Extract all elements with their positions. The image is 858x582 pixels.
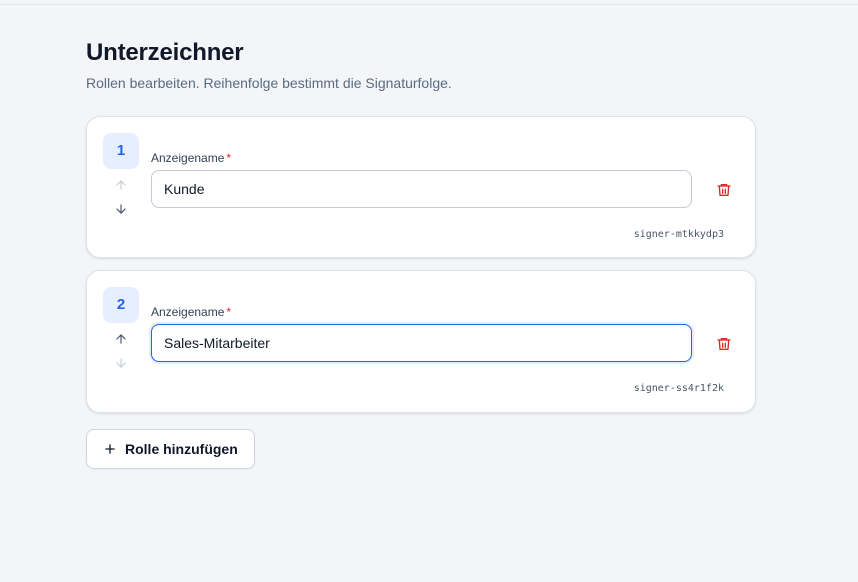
signer-id: signer-mtkkydp3 bbox=[633, 229, 724, 240]
arrow-up-icon bbox=[116, 334, 126, 344]
plus-icon bbox=[105, 444, 115, 454]
display-name-label: Anzeigename * bbox=[151, 305, 231, 319]
add-role-button[interactable]: Rolle hinzufügen bbox=[86, 429, 255, 469]
delete-signer-button[interactable] bbox=[713, 179, 735, 201]
signer-card: 2 Anzeigename* signer-ss4r1f2k bbox=[86, 270, 756, 413]
display-name-input[interactable] bbox=[151, 324, 692, 362]
arrow-up-icon bbox=[116, 180, 126, 190]
move-down-button[interactable] bbox=[109, 353, 133, 373]
display-name-label-text: Anzeigename bbox=[151, 305, 225, 319]
display-name-label: Anzeigename * bbox=[151, 151, 231, 165]
signer-card: 1 Anzeigename* signer-mtkkydp3 bbox=[86, 116, 756, 258]
signer-id: signer-ss4r1f2k bbox=[633, 383, 724, 394]
top-divider bbox=[0, 4, 858, 5]
trash-icon bbox=[717, 338, 731, 350]
move-down-button[interactable] bbox=[109, 199, 133, 219]
signers-section: Unterzeichner Rollen bearbeiten. Reihenf… bbox=[86, 38, 758, 469]
page-subtitle: Rollen bearbeiten. Reihenfolge bestimmt … bbox=[86, 75, 452, 91]
display-name-label-text: Anzeigename bbox=[151, 151, 225, 165]
arrow-down-icon bbox=[116, 204, 126, 214]
signer-list: 1 Anzeigename* signer-mtkkydp3 2 Anzei bbox=[86, 116, 758, 413]
display-name-input[interactable] bbox=[151, 170, 692, 208]
required-marker: * bbox=[226, 151, 232, 165]
move-up-button[interactable] bbox=[109, 175, 133, 195]
add-role-label: Rolle hinzufügen bbox=[125, 441, 238, 457]
move-up-button[interactable] bbox=[109, 329, 133, 349]
delete-signer-button[interactable] bbox=[713, 333, 735, 355]
order-badge: 1 bbox=[103, 133, 139, 169]
required-marker: * bbox=[226, 305, 232, 319]
arrow-down-icon bbox=[116, 358, 126, 368]
trash-icon bbox=[717, 184, 731, 196]
page-title: Unterzeichner bbox=[86, 39, 244, 66]
order-badge: 2 bbox=[103, 287, 139, 323]
